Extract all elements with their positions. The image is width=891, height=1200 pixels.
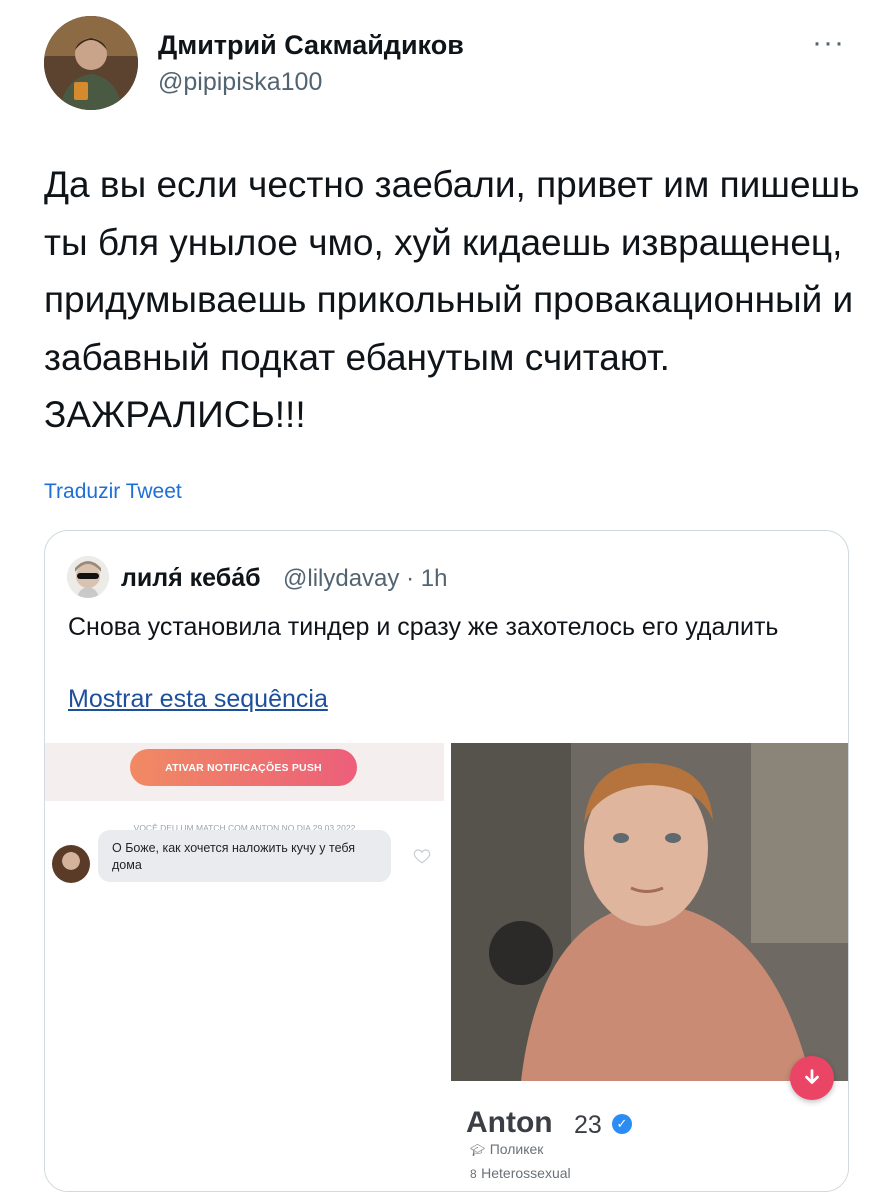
profile-name: Anton [466,1106,553,1139]
chat-screenshot[interactable]: ATIVAR NOTIFICAÇÕES PUSH VOCÊ DEU UM MAT… [45,743,444,1191]
download-icon[interactable] [790,1056,834,1100]
quoted-author-name[interactable]: лиля́ кеба́б [121,564,261,593]
push-notifications-button[interactable]: ATIVAR NOTIFICAÇÕES PUSH [130,749,357,786]
tweet-text: Да вы если честно заебали, привет им пиш… [44,164,860,435]
show-thread-link[interactable]: Mostrar esta sequência [68,685,328,714]
verified-icon: ✓ [612,1114,632,1134]
profile-photo [451,743,848,1081]
quoted-avatar-image [67,556,109,598]
chat-message: О Боже, как хочется наложить кучу у тебя… [98,830,391,882]
profile-age: 23 [574,1111,602,1139]
push-banner: ATIVAR NOTIFICAÇÕES PUSH [45,743,444,801]
profile-screenshot[interactable]: Anton 23 ✓ 🎓︎ Поликек 8 Heterossexual [451,743,848,1191]
quoted-tweet-card[interactable]: лиля́ кеба́б @lilydavay · 1h Снова устан… [44,530,849,1192]
profile-school: Поликек [489,1141,544,1157]
avatar-photo [44,16,138,110]
author-handle[interactable]: @pipipiska100 [158,68,322,97]
profile-line-2: 8 Heterossexual [470,1165,571,1183]
quoted-tweet-text: Снова установила тиндер и сразу же захот… [68,613,779,641]
translate-link[interactable]: Traduzir Tweet [44,480,182,504]
graduation-cap-icon: 🎓︎ [470,1143,486,1157]
gender-icon: 8 [470,1167,477,1181]
heart-icon[interactable] [413,847,431,865]
profile-line-1: 🎓︎ Поликек [470,1141,543,1159]
match-avatar [52,845,90,883]
more-icon[interactable]: ··· [812,26,845,60]
author-avatar[interactable] [44,16,138,110]
profile-orientation: Heterossexual [481,1165,571,1181]
author-name[interactable]: Дмитрий Сакмайдиков [158,30,464,61]
quoted-author-handle[interactable]: @lilydavay · 1h [283,565,447,593]
quoted-author-avatar [67,556,109,598]
